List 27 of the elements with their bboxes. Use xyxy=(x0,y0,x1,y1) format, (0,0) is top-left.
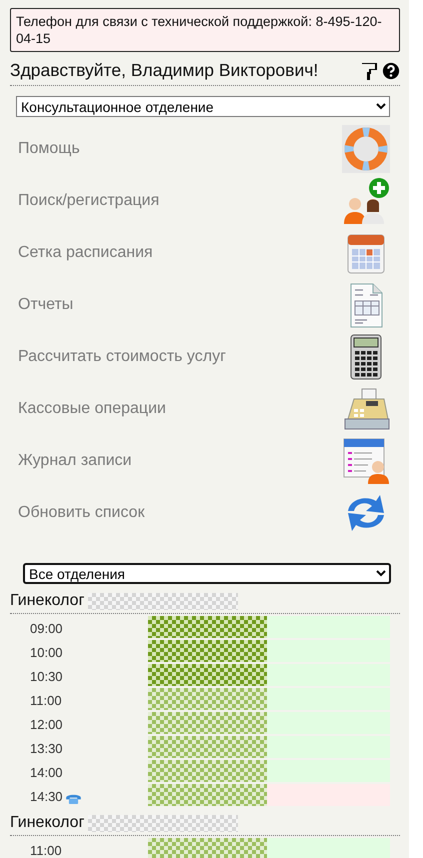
menu-link[interactable]: Поиск/регистрация xyxy=(18,192,160,210)
greeting: Здравствуйте, Владимир Викторович! xyxy=(10,60,320,81)
paint-roller-icon[interactable] xyxy=(360,60,380,80)
support-notice: Телефон для связи с технической поддержкой: 8-495-120-04-15 xyxy=(10,8,400,52)
menu-link[interactable]: Рассчитать стоимость услуг xyxy=(18,348,226,366)
menu-link[interactable]: Сетка расписания xyxy=(18,244,153,262)
doctor-specialty: Гинеколог xyxy=(10,592,84,610)
slot-time[interactable]: 11:00 xyxy=(30,843,62,858)
slot-time[interactable]: 10:00 xyxy=(30,645,63,660)
slot-time[interactable]: 11:00 xyxy=(30,693,62,708)
journal-icon[interactable] xyxy=(342,437,390,485)
department-select[interactable]: Консультационное отделение xyxy=(16,96,390,117)
help-icon[interactable] xyxy=(382,62,400,80)
users-add-icon[interactable] xyxy=(342,177,390,225)
menu-link[interactable]: Обновить список xyxy=(18,504,145,522)
slot-time[interactable]: 14:30 xyxy=(30,789,63,804)
filter-select[interactable]: Все отделения xyxy=(23,563,391,584)
menu-link[interactable]: Кассовые операции xyxy=(18,400,166,418)
menu-link[interactable]: Журнал записи xyxy=(18,452,132,470)
doctor-specialty: Гинеколог xyxy=(10,814,84,832)
slot-time[interactable]: 09:00 xyxy=(30,621,63,636)
slot-time[interactable]: 14:00 xyxy=(30,765,63,780)
slot-time[interactable]: 10:30 xyxy=(30,669,63,684)
menu-link[interactable]: Отчеты xyxy=(18,296,74,314)
slot-time[interactable]: 13:30 xyxy=(30,741,63,756)
menu-link[interactable]: Помощь xyxy=(18,140,80,158)
slot-time[interactable]: 12:00 xyxy=(30,717,63,732)
